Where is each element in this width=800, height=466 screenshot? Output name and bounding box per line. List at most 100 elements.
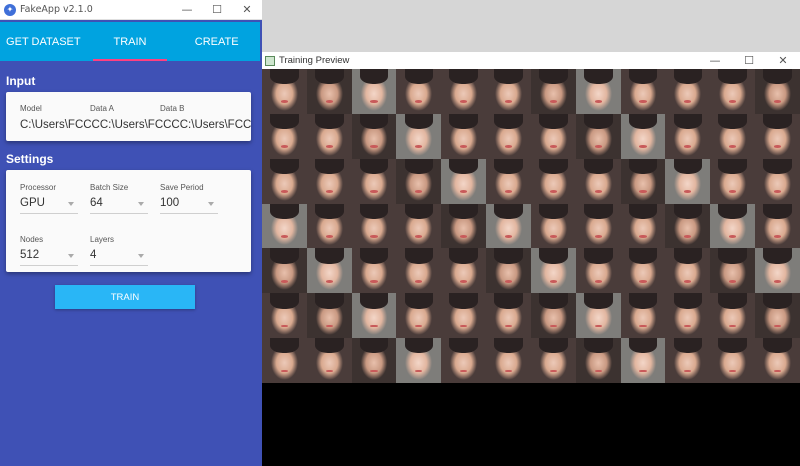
batch-size-label: Batch Size (90, 183, 129, 192)
preview-thumbnail (620, 113, 666, 159)
preview-thumbnail (262, 338, 307, 383)
nodes-label: Nodes (20, 235, 44, 244)
preview-thumbnail (351, 69, 397, 114)
chevron-down-icon (68, 254, 74, 258)
preview-thumbnail (665, 113, 711, 159)
preview-thumbnail (665, 69, 711, 114)
save-period-select[interactable]: Save Period 100 (160, 183, 218, 215)
preview-thumbnail (306, 248, 352, 294)
preview-thumbnail (620, 338, 666, 383)
tab-get-dataset[interactable]: GET DATASET (0, 22, 87, 61)
field-underline (20, 213, 78, 214)
model-label: Model (20, 104, 42, 113)
preview-thumbnail (396, 293, 442, 339)
layers-label: Layers (90, 235, 115, 244)
preview-thumbnail (530, 158, 576, 204)
close-button[interactable]: ✕ (232, 0, 262, 20)
batch-size-value: 64 (90, 197, 103, 209)
data-a-value: C:\Users\FCCC (99, 119, 180, 131)
chevron-down-icon (68, 202, 74, 206)
preview-thumbnail (755, 69, 800, 114)
preview-thumbnail (351, 338, 397, 383)
preview-thumbnail (575, 113, 621, 159)
preview-thumbnail (306, 158, 352, 204)
preview-thumbnail (665, 158, 711, 204)
settings-card: Processor GPU Batch Size 64 Save Period … (6, 170, 251, 272)
model-value: C:\Users\FCCC (20, 119, 100, 131)
preview-thumbnail (530, 203, 576, 249)
layers-select[interactable]: Layers 4 (90, 235, 148, 267)
fakeapp-window: ✦ FakeApp v2.1.0 — ☐ ✕ GET DATASET TRAIN… (0, 0, 262, 466)
app-logo-icon: ✦ (4, 3, 16, 16)
preview-thumbnail (262, 293, 307, 339)
layers-value: 4 (90, 249, 97, 261)
preview-thumbnail (530, 338, 576, 383)
tab-create[interactable]: CREATE (173, 22, 260, 61)
preview-thumbnail (396, 338, 442, 383)
preview-thumbnail (306, 69, 352, 114)
preview-minimize-button[interactable]: — (698, 52, 732, 69)
preview-thumbnail (620, 203, 666, 249)
tab-bar: GET DATASET TRAIN CREATE (0, 22, 260, 61)
training-preview-window: Training Preview — ☐ ✕ (262, 52, 800, 466)
preview-thumbnail (665, 203, 711, 249)
preview-thumbnail (710, 113, 756, 159)
preview-thumbnail (262, 113, 307, 159)
preview-thumbnail (620, 293, 666, 339)
preview-close-button[interactable]: ✕ (766, 52, 800, 69)
preview-thumbnail (351, 203, 397, 249)
preview-thumbnail (441, 69, 487, 114)
preview-thumbnail (306, 338, 352, 383)
preview-maximize-button[interactable]: ☐ (732, 52, 766, 69)
preview-thumbnail (665, 248, 711, 294)
chevron-down-icon (208, 202, 214, 206)
preview-thumbnail (755, 203, 800, 249)
preview-thumbnail (351, 113, 397, 159)
preview-thumbnail (262, 248, 307, 294)
train-button[interactable]: TRAIN (55, 285, 195, 309)
preview-thumbnail (530, 113, 576, 159)
preview-thumbnail (620, 158, 666, 204)
save-period-label: Save Period (160, 183, 204, 192)
preview-thumbnail (486, 338, 531, 383)
preview-thumbnail (486, 69, 531, 114)
preview-thumbnail (351, 248, 397, 294)
preview-thumbnail (486, 158, 531, 204)
processor-value: GPU (20, 197, 45, 209)
preview-thumbnail (755, 293, 800, 339)
input-card: Model Data A Data B C:\Users\FCCCC:\User… (6, 92, 251, 141)
preview-thumbnail (396, 248, 442, 294)
chevron-down-icon (138, 202, 144, 206)
preview-thumbnail (351, 293, 397, 339)
chevron-down-icon (138, 254, 144, 258)
preview-thumbnail (306, 113, 352, 159)
maximize-button[interactable]: ☐ (202, 0, 232, 20)
preview-thumbnail (262, 158, 307, 204)
field-underline (20, 265, 78, 266)
preview-thumbnail (441, 203, 487, 249)
settings-heading: Settings (6, 152, 54, 166)
app-titlebar: ✦ FakeApp v2.1.0 — ☐ ✕ (0, 0, 262, 20)
preview-thumbnail (396, 203, 442, 249)
processor-label: Processor (20, 183, 57, 192)
batch-size-select[interactable]: Batch Size 64 (90, 183, 148, 215)
preview-thumbnail (441, 113, 487, 159)
minimize-button[interactable]: — (172, 0, 202, 20)
tab-train[interactable]: TRAIN (87, 22, 174, 61)
preview-thumbnail (486, 293, 531, 339)
preview-thumbnail (575, 248, 621, 294)
preview-thumbnail (755, 158, 800, 204)
preview-thumbnail (306, 203, 352, 249)
field-underline (90, 265, 148, 266)
preview-thumbnail (755, 113, 800, 159)
preview-thumbnail (486, 203, 531, 249)
nodes-select[interactable]: Nodes 512 (20, 235, 78, 267)
preview-thumbnail (575, 293, 621, 339)
preview-thumbnail (575, 158, 621, 204)
preview-thumbnail (441, 158, 487, 204)
preview-title: Training Preview (279, 55, 350, 66)
preview-thumbnail (530, 248, 576, 294)
data-b-value: C:\Users\FCC (179, 119, 252, 131)
processor-select[interactable]: Processor GPU (20, 183, 78, 215)
preview-thumbnail (486, 248, 531, 294)
